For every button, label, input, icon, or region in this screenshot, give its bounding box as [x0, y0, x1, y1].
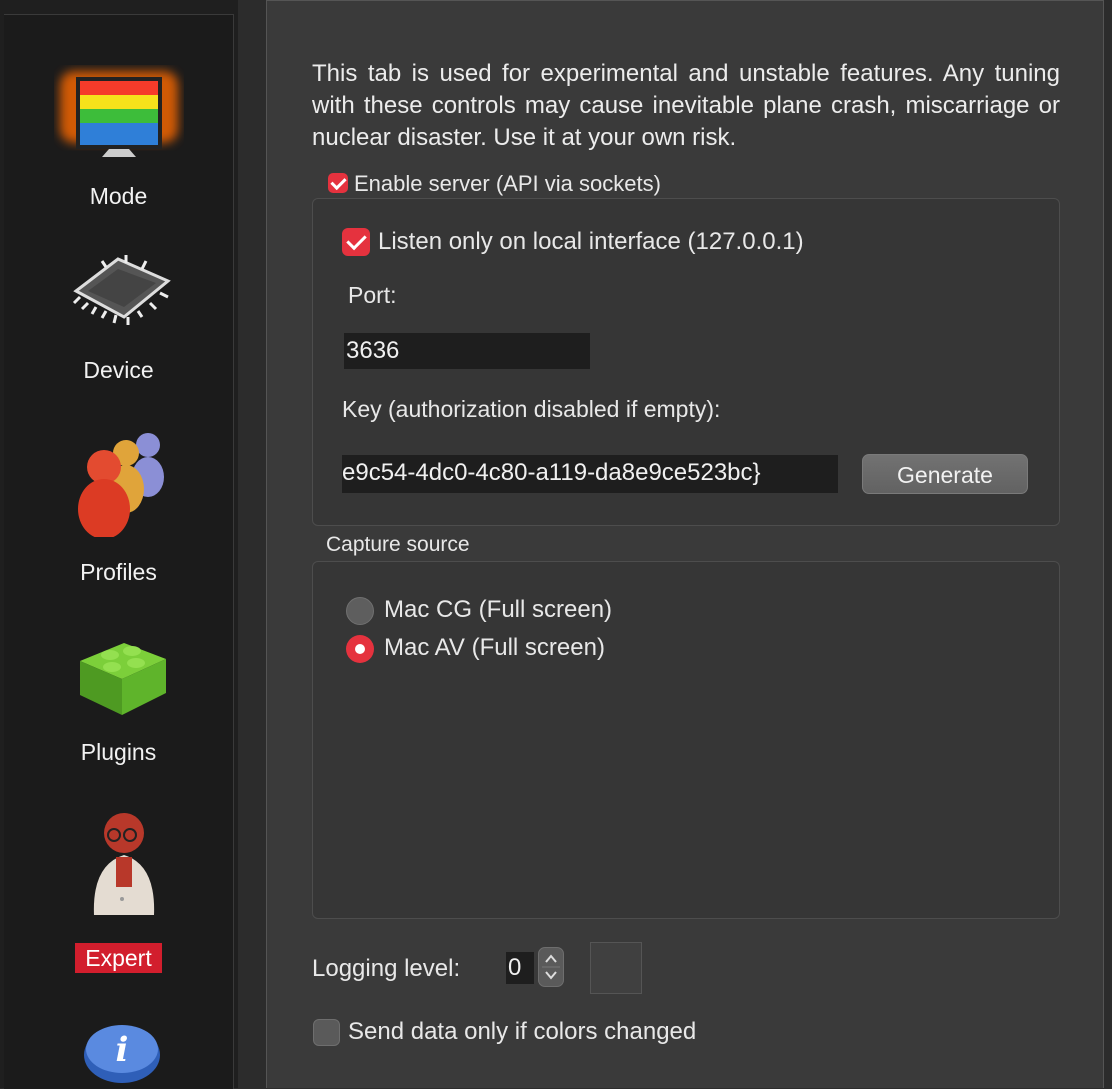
- mac-cg-radio[interactable]: [346, 597, 374, 625]
- sidebar-item-mode[interactable]: Mode: [4, 65, 233, 215]
- enable-server-checkbox[interactable]: [328, 173, 348, 193]
- sidebar-item-label: Profiles: [80, 559, 157, 585]
- log-indicator: [590, 942, 642, 994]
- port-input[interactable]: 3636: [344, 333, 590, 369]
- svg-text:i: i: [116, 1030, 129, 1070]
- mac-av-label: Mac AV (Full screen): [384, 634, 605, 661]
- scientist-icon: [93, 813, 155, 915]
- people-icon: [78, 433, 164, 537]
- sidebar-item-label: Mode: [89, 183, 148, 209]
- warning-text: This tab is used for experimental and un…: [312, 60, 1060, 151]
- sidebar-panel: Mode Device Profiles Plugins Expert i: [4, 14, 234, 1089]
- send-changed-label: Send data only if colors changed: [348, 1018, 697, 1045]
- sidebar-item-device[interactable]: Device: [4, 251, 233, 383]
- local-only-checkbox[interactable]: [342, 228, 370, 256]
- key-label: Key (authorization disabled if empty):: [342, 396, 721, 422]
- sidebar-item-label: Device: [83, 357, 154, 383]
- local-only-label: Listen only on local interface (127.0.0.…: [378, 228, 804, 255]
- logging-level-input[interactable]: 0: [506, 952, 534, 984]
- mac-av-radio[interactable]: [346, 635, 374, 663]
- sidebar: Mode Device Profiles Plugins Expert i: [0, 0, 238, 1089]
- logging-level-label: Logging level:: [312, 955, 461, 982]
- key-input[interactable]: e9c54-4dc0-4c80-a119-da8e9ce523bc}: [342, 455, 838, 493]
- sidebar-item-profiles[interactable]: Profiles: [4, 427, 233, 585]
- sidebar-item-info[interactable]: i: [4, 1015, 233, 1089]
- sidebar-item-expert[interactable]: Expert: [4, 805, 233, 975]
- stepper-arrows-icon: [542, 954, 560, 980]
- logging-level-stepper[interactable]: [538, 947, 564, 987]
- info-icon: i: [84, 1025, 160, 1083]
- sidebar-item-label: Plugins: [80, 739, 157, 765]
- send-changed-checkbox[interactable]: [313, 1019, 340, 1046]
- port-label: Port:: [348, 282, 397, 308]
- sidebar-item-label: Expert: [75, 943, 162, 973]
- chip-icon: [72, 255, 171, 325]
- generate-button[interactable]: Generate: [862, 454, 1028, 494]
- enable-server-label: Enable server (API via sockets): [354, 171, 661, 196]
- capture-source-title: Capture source: [326, 533, 470, 556]
- lego-brick-icon: [80, 643, 166, 715]
- monitor-rainbow-icon: [60, 71, 178, 157]
- mac-cg-label: Mac CG (Full screen): [384, 596, 613, 623]
- sidebar-item-plugins[interactable]: Plugins: [4, 629, 233, 765]
